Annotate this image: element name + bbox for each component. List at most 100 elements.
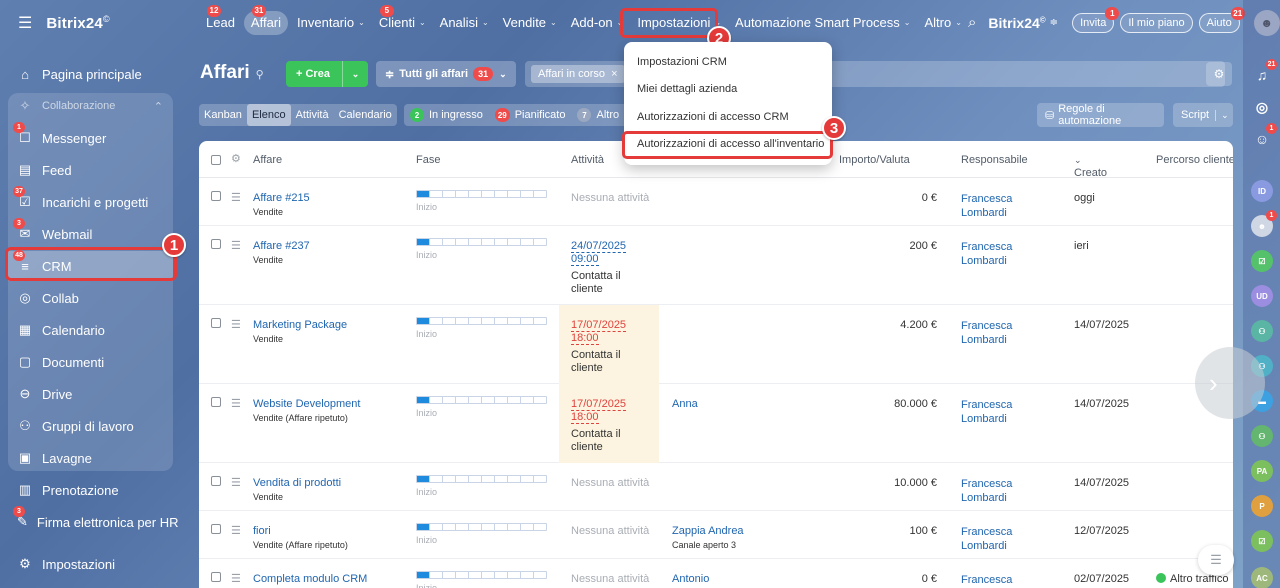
stage-segment[interactable]	[469, 524, 482, 530]
stage-segment[interactable]	[495, 476, 508, 482]
drag-handle-icon[interactable]: ☰	[231, 191, 241, 204]
contact-link[interactable]: Antonio	[672, 573, 709, 585]
stage-segment[interactable]	[534, 397, 546, 403]
avatar-ac-icon[interactable]: AC	[1251, 567, 1273, 588]
sidebar-item-incarichi-e-progetti[interactable]: ☑ 37 Incarichi e progetti	[8, 186, 173, 217]
script-button[interactable]: Script ⌄	[1173, 103, 1233, 127]
column-stage[interactable]: Fase	[416, 154, 440, 166]
activity-time[interactable]: 18:00	[571, 411, 626, 424]
stage-segment[interactable]	[508, 318, 521, 324]
stage-progress-bar[interactable]	[416, 190, 547, 198]
bell-icon[interactable]: ♫ 21	[1251, 59, 1277, 86]
responsible-link[interactable]: Francesca	[961, 573, 1012, 587]
stage-progress-bar[interactable]	[416, 317, 547, 325]
invite-button[interactable]: Invita 1	[1072, 6, 1120, 33]
view-tab-attivit-[interactable]: Attività	[291, 104, 334, 126]
topnav-inventario[interactable]: Inventario ⌄	[290, 11, 372, 35]
row-checkbox[interactable]	[211, 318, 221, 328]
row-checkbox[interactable]	[211, 524, 221, 534]
column-responsible[interactable]: Responsabile	[961, 154, 1028, 166]
sidebar-item-gruppi-di-lavoro[interactable]: ⚇ Gruppi di lavoro	[8, 411, 173, 441]
stage-segment[interactable]	[534, 239, 546, 245]
deal-name-link[interactable]: Vendita di prodotti	[253, 477, 341, 489]
stage-segment[interactable]	[508, 239, 521, 245]
create-button[interactable]: + Crea ⌄	[286, 61, 368, 87]
column-created[interactable]: Creato ⌄	[1074, 154, 1107, 179]
stage-segment[interactable]	[534, 524, 546, 530]
view-tab-kanban[interactable]: Kanban	[199, 104, 247, 126]
menu-item-crm-permissions[interactable]: Autorizzazioni di accesso CRM	[637, 111, 789, 123]
stage-segment[interactable]	[430, 476, 443, 482]
stage-segment[interactable]	[495, 397, 508, 403]
stage-progress-bar[interactable]	[416, 396, 547, 404]
stage-segment[interactable]	[443, 318, 456, 324]
drag-handle-icon[interactable]: ☰	[231, 397, 241, 410]
topnav-automazione-smart-process[interactable]: Automazione Smart Process ⌄	[728, 11, 917, 35]
stage-segment[interactable]	[521, 318, 534, 324]
help-button[interactable]: Aiuto 21	[1198, 6, 1245, 33]
stage-cell[interactable]: Inizio	[416, 317, 547, 339]
stage-segment[interactable]	[469, 239, 482, 245]
stage-progress-bar[interactable]	[416, 238, 547, 246]
stage-segment[interactable]	[469, 191, 482, 197]
stage-segment[interactable]	[495, 191, 508, 197]
stage-segment[interactable]	[482, 476, 495, 482]
stage-cell[interactable]: Inizio	[416, 238, 547, 260]
contact-link[interactable]: Zappia Andrea	[672, 525, 744, 537]
stage-segment[interactable]	[469, 476, 482, 482]
stage-cell[interactable]: Inizio	[416, 571, 547, 588]
activity-cell[interactable]: 24/07/2025 09:00 Contatta il cliente	[571, 240, 627, 296]
activity-date[interactable]: 24/07/2025	[571, 240, 627, 253]
automation-rules-button[interactable]: ⛁ Regole di automazione	[1037, 103, 1164, 127]
sidebar-item-webmail[interactable]: ✉ 3 Webmail	[8, 218, 173, 249]
responsible-link[interactable]: Francesca Lombardi	[961, 192, 1012, 220]
column-amount[interactable]: Importo/Valuta	[839, 154, 910, 166]
stage-segment[interactable]	[508, 397, 521, 403]
stage-segment[interactable]	[430, 239, 443, 245]
stage-segment[interactable]	[521, 572, 534, 578]
stage-segment[interactable]	[417, 318, 430, 324]
stage-segment[interactable]	[482, 318, 495, 324]
sidebar-item-messenger[interactable]: ☐ 1 Messenger	[8, 122, 173, 153]
stage-segment[interactable]	[417, 524, 430, 530]
responsible-link[interactable]: Francesca Lombardi	[961, 477, 1012, 505]
column-activity[interactable]: Attività	[571, 154, 604, 166]
view-tab-calendario[interactable]: Calendario	[334, 104, 397, 126]
stage-segment[interactable]	[430, 524, 443, 530]
stage-segment[interactable]	[443, 397, 456, 403]
task-icon[interactable]: ☑	[1251, 250, 1273, 272]
search-icon[interactable]: ⌕	[968, 14, 976, 31]
deal-name-link[interactable]: Completa modulo CRM	[253, 573, 367, 585]
avatar-photo-icon[interactable]: ☻ 1	[1251, 210, 1277, 237]
stage-segment[interactable]	[456, 476, 469, 482]
responsible-link[interactable]: Francesca Lombardi	[961, 319, 1012, 347]
avatar-p-icon[interactable]: P	[1251, 495, 1273, 517]
portal-logo[interactable]: Bitrix24©	[988, 15, 1045, 31]
stage-segment[interactable]	[443, 476, 456, 482]
sidebar-item-firma-elettronica-per-hr[interactable]: ✎ 3 Firma elettronica per HR	[8, 506, 179, 537]
activity-time[interactable]: 09:00	[571, 253, 626, 266]
stage-segment[interactable]	[456, 572, 469, 578]
stage-segment[interactable]	[508, 524, 521, 530]
topnav-affari[interactable]: Affari 31	[243, 4, 289, 35]
counter-pianificato[interactable]: 29 Pianificato	[494, 108, 565, 122]
stage-segment[interactable]	[417, 476, 430, 482]
stage-segment[interactable]	[417, 572, 430, 578]
scroll-right-arrow[interactable]: ›	[1195, 347, 1265, 419]
stage-segment[interactable]	[469, 397, 482, 403]
activity-date[interactable]: 17/07/2025	[571, 398, 627, 411]
avatar-pa-icon[interactable]: PA	[1251, 460, 1273, 482]
chat-icon[interactable]: ☺ 1	[1251, 123, 1277, 150]
stage-segment[interactable]	[469, 572, 482, 578]
row-checkbox[interactable]	[211, 476, 221, 486]
column-settings-icon[interactable]: ⚙	[231, 152, 241, 165]
filter-chip[interactable]: Affari in corso ×	[531, 65, 625, 83]
chevron-down-icon[interactable]: ⌄	[343, 69, 368, 80]
deal-name-link[interactable]: Marketing Package	[253, 319, 347, 331]
pin-icon[interactable]: ⚲	[256, 69, 264, 81]
activity-time[interactable]: 18:00	[571, 332, 626, 345]
list-menu-icon[interactable]: ☰	[1198, 545, 1234, 575]
menu-item-company-details[interactable]: Miei dettagli azienda	[637, 83, 737, 95]
deal-name-link[interactable]: Website Development	[253, 398, 360, 410]
sidebar-item-calendario[interactable]: ▦ Calendario	[8, 315, 173, 345]
